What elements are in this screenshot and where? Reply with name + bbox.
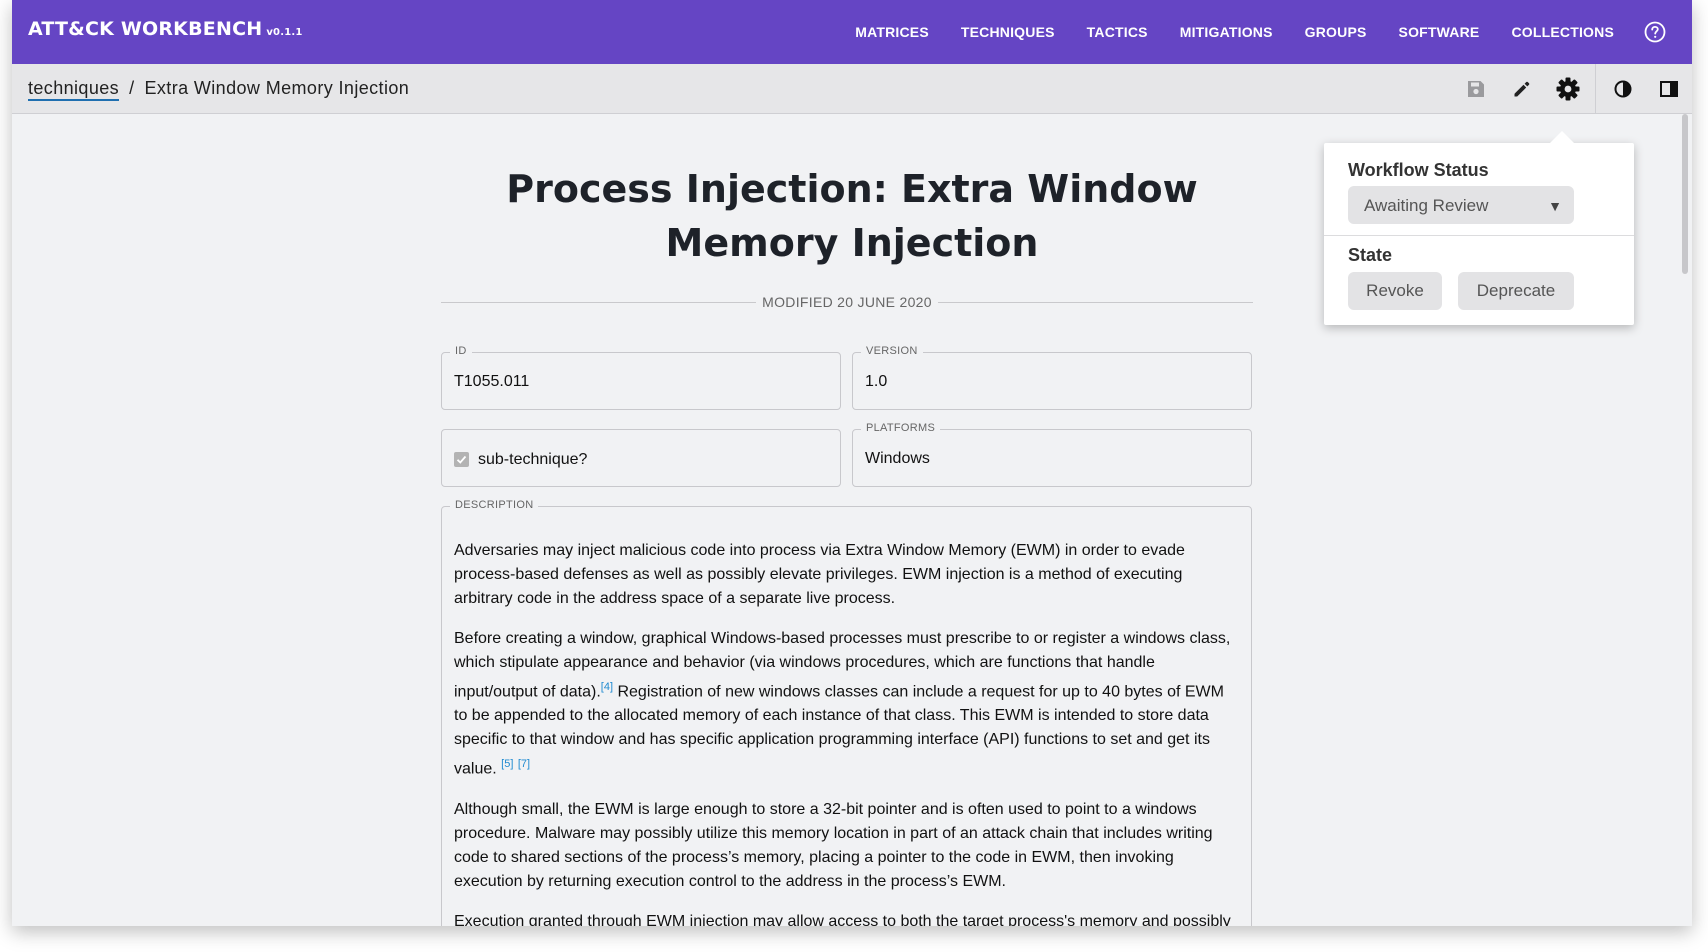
platforms-value: Windows [865, 450, 930, 467]
app-bar: ATT&CK WORKBENCH v0.1.1 MATRICES TECHNIQU… [12, 0, 1692, 64]
subtechnique-checkbox[interactable] [454, 452, 469, 467]
platforms-label: PLATFORMS [861, 422, 941, 434]
description-paragraph: Adversaries may inject malicious code in… [454, 542, 1185, 607]
save-icon [1468, 80, 1484, 97]
workflow-status-select[interactable]: Awaiting Review ▼ [1348, 186, 1574, 224]
citation-link[interactable]: [7] [518, 758, 530, 770]
version-field[interactable]: VERSION 1.0 [852, 345, 1252, 410]
settings-button[interactable] [1545, 64, 1591, 113]
main-nav: MATRICES TECHNIQUES TACTICS MITIGATIONS … [823, 0, 1666, 64]
citation-link[interactable]: [4] [601, 681, 613, 693]
breadcrumb-separator: / [129, 78, 135, 98]
description-paragraph: Before creating a window, graphical Wind… [454, 627, 1239, 782]
subtechnique-field: sub-technique? [441, 429, 841, 487]
nav-matrices[interactable]: MATRICES [855, 24, 929, 40]
id-value: T1055.011 [454, 373, 530, 390]
breadcrumb: techniques / Extra Window Memory Injection [28, 78, 410, 101]
version-value: 1.0 [865, 373, 888, 390]
scrollbar-thumb[interactable] [1682, 114, 1688, 274]
version-label: VERSION [861, 345, 923, 357]
id-field[interactable]: ID T1055.011 [441, 345, 841, 410]
description-label: DESCRIPTION [450, 499, 539, 511]
revoke-button[interactable]: Revoke [1348, 272, 1442, 310]
state-title: State [1348, 245, 1393, 265]
modified-divider: MODIFIED 20 JUNE 2020 [441, 292, 1253, 312]
nav-mitigations[interactable]: MITIGATIONS [1180, 24, 1273, 40]
breadcrumb-current: Extra Window Memory Injection [144, 78, 410, 98]
app-brand[interactable]: ATT&CK WORKBENCH v0.1.1 [28, 18, 303, 40]
sidebar-icon [1660, 80, 1678, 97]
nav-collections[interactable]: COLLECTIONS [1511, 24, 1614, 40]
settings-popover: Workflow Status Awaiting Review ▼ State … [1324, 131, 1634, 325]
contrast-icon [1614, 80, 1632, 97]
edit-icon [1514, 81, 1530, 96]
popover-arrow [1548, 131, 1576, 145]
page-title: Process Injection: Extra Window Memory I… [506, 167, 1198, 265]
workflow-status-value: Awaiting Review [1364, 196, 1489, 215]
nav-techniques[interactable]: TECHNIQUES [961, 24, 1055, 40]
help-icon[interactable] [1644, 21, 1666, 43]
brand-name: ATT&CK WORKBENCH [28, 18, 263, 40]
settings-icon [1556, 77, 1580, 100]
nav-software[interactable]: SOFTWARE [1399, 24, 1480, 40]
deprecate-button[interactable]: Deprecate [1458, 272, 1574, 310]
description-paragraph: Execution granted through EWM injection … [454, 912, 1231, 926]
workflow-status-title: Workflow Status [1348, 160, 1489, 180]
description-field[interactable]: DESCRIPTION Adversaries may inject malic… [441, 499, 1252, 926]
toolbar-divider [1595, 64, 1596, 113]
page-toolbar [1453, 64, 1692, 113]
citation-link[interactable]: [5] [501, 758, 513, 770]
description-paragraph: Although small, the EWM is large enough … [454, 800, 1213, 890]
platforms-field[interactable]: PLATFORMS Windows [852, 422, 1252, 487]
theme-toggle-button[interactable] [1600, 64, 1646, 113]
dropdown-caret-icon: ▼ [1548, 198, 1562, 214]
checkmark-icon [456, 455, 467, 464]
nav-groups[interactable]: GROUPS [1305, 24, 1367, 40]
sidebar-toggle-button[interactable] [1646, 64, 1692, 113]
breadcrumb-bar: techniques / Extra Window Memory Injection [12, 64, 1692, 114]
subtechnique-label: sub-technique? [478, 451, 588, 468]
save-button[interactable] [1453, 64, 1499, 113]
edit-button[interactable] [1499, 64, 1545, 113]
brand-version: v0.1.1 [266, 27, 303, 38]
id-label: ID [450, 345, 472, 357]
nav-tactics[interactable]: TACTICS [1087, 24, 1148, 40]
description-body: Adversaries may inject malicious code in… [454, 539, 1239, 926]
app-window: ATT&CK WORKBENCH v0.1.1 MATRICES TECHNIQU… [12, 0, 1692, 926]
popover-divider [1324, 235, 1634, 236]
breadcrumb-techniques-link[interactable]: techniques [28, 78, 120, 101]
divider-line-right [938, 302, 1253, 303]
